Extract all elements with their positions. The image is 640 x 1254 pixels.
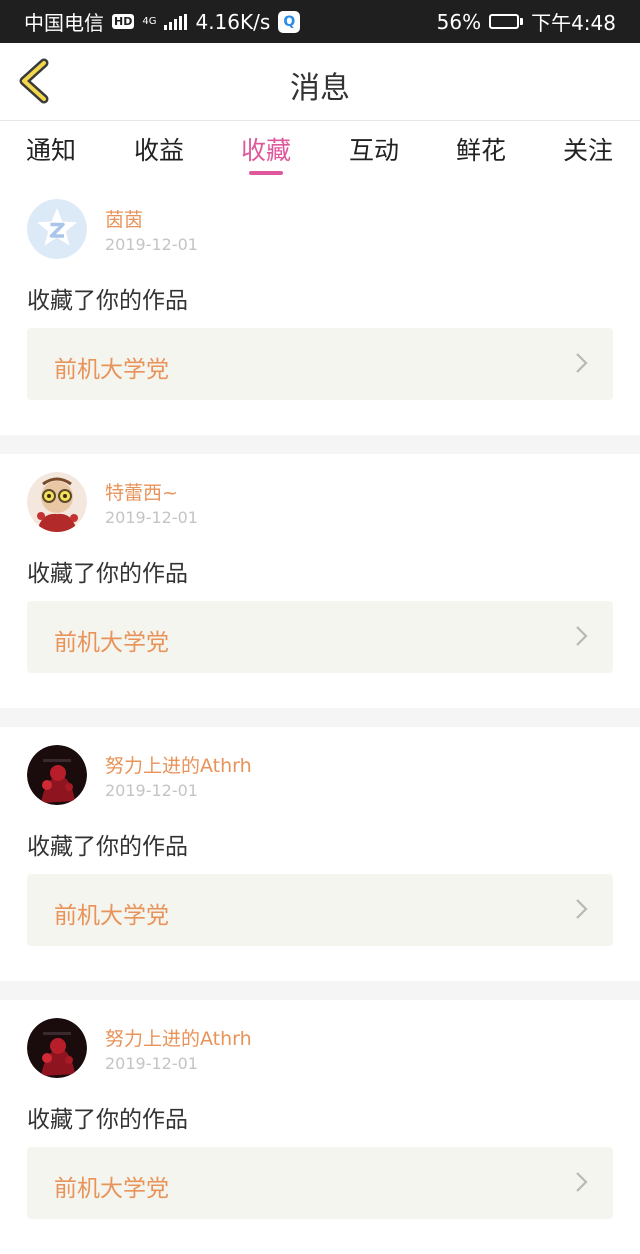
tab-favorites[interactable]: 收藏 — [241, 131, 291, 167]
network-type-icon: 4G — [142, 15, 157, 27]
message-list: 茵茵 2019-12-01 收藏了你的作品 前机大学党 特蕾西~ 2019-12… — [0, 181, 640, 1254]
divider — [0, 435, 640, 454]
chevron-right-icon — [576, 626, 588, 646]
signal-icon — [164, 13, 188, 30]
work-title: 前机大学党 — [54, 357, 169, 383]
message-date: 2019-12-01 — [105, 781, 198, 800]
user-name[interactable]: 特蕾西~ — [105, 478, 178, 505]
divider — [0, 708, 640, 727]
active-tab-indicator — [249, 171, 283, 175]
avatar[interactable] — [27, 199, 87, 259]
work-title: 前机大学党 — [54, 630, 169, 656]
message-text: 收藏了你的作品 — [27, 834, 188, 860]
status-left: 中国电信 HD 4G 4.16K/s Q — [24, 7, 301, 36]
message-date: 2019-12-01 — [105, 1054, 198, 1073]
tab-notifications[interactable]: 通知 — [26, 131, 76, 167]
message-date: 2019-12-01 — [105, 235, 198, 254]
list-item: 努力上进的Athrh 2019-12-01 收藏了你的作品 前机大学党 — [0, 1000, 640, 1254]
chevron-right-icon — [576, 353, 588, 373]
work-card[interactable]: 前机大学党 — [27, 1147, 613, 1219]
list-item: 茵茵 2019-12-01 收藏了你的作品 前机大学党 — [0, 181, 640, 435]
work-card[interactable]: 前机大学党 — [27, 601, 613, 673]
avatar[interactable] — [27, 1018, 87, 1078]
user-avatar-image — [27, 472, 87, 532]
list-item: 努力上进的Athrh 2019-12-01 收藏了你的作品 前机大学党 — [0, 727, 640, 981]
tab-interactions[interactable]: 互动 — [349, 131, 399, 167]
message-text: 收藏了你的作品 — [27, 561, 188, 587]
tab-bar: 通知 收益 收藏 互动 鲜花 关注 — [0, 121, 640, 181]
battery-icon — [489, 14, 524, 29]
user-avatar-image — [27, 745, 87, 805]
work-title: 前机大学党 — [54, 903, 169, 929]
divider — [0, 981, 640, 1000]
tab-following[interactable]: 关注 — [563, 131, 613, 167]
list-item: 特蕾西~ 2019-12-01 收藏了你的作品 前机大学党 — [0, 454, 640, 708]
hd-icon: HD — [112, 14, 135, 29]
default-avatar-icon — [27, 199, 87, 259]
tab-flowers[interactable]: 鲜花 — [456, 131, 506, 167]
chevron-right-icon — [576, 899, 588, 919]
status-bar: 中国电信 HD 4G 4.16K/s Q 56% 下午4:48 — [0, 0, 640, 43]
chevron-right-icon — [576, 1172, 588, 1192]
user-name[interactable]: 努力上进的Athrh — [105, 1024, 252, 1051]
user-avatar-image — [27, 1018, 87, 1078]
app-notification-icon: Q — [278, 10, 301, 33]
status-right: 56% 下午4:48 — [437, 7, 616, 36]
work-card[interactable]: 前机大学党 — [27, 874, 613, 946]
tab-earnings[interactable]: 收益 — [134, 131, 184, 167]
message-date: 2019-12-01 — [105, 508, 198, 527]
network-speed: 4.16K/s — [195, 9, 271, 34]
message-text: 收藏了你的作品 — [27, 1107, 188, 1133]
user-name[interactable]: 茵茵 — [105, 205, 143, 232]
nav-bar: 消息 — [0, 43, 640, 121]
user-name[interactable]: 努力上进的Athrh — [105, 751, 252, 778]
page-title: 消息 — [290, 71, 350, 106]
work-title: 前机大学党 — [54, 1176, 169, 1202]
avatar[interactable] — [27, 745, 87, 805]
battery-percent: 56% — [436, 9, 482, 34]
message-text: 收藏了你的作品 — [27, 288, 188, 314]
avatar[interactable] — [27, 472, 87, 532]
clock: 下午4:48 — [531, 11, 616, 35]
work-card[interactable]: 前机大学党 — [27, 328, 613, 400]
carrier-label: 中国电信 — [24, 11, 104, 35]
